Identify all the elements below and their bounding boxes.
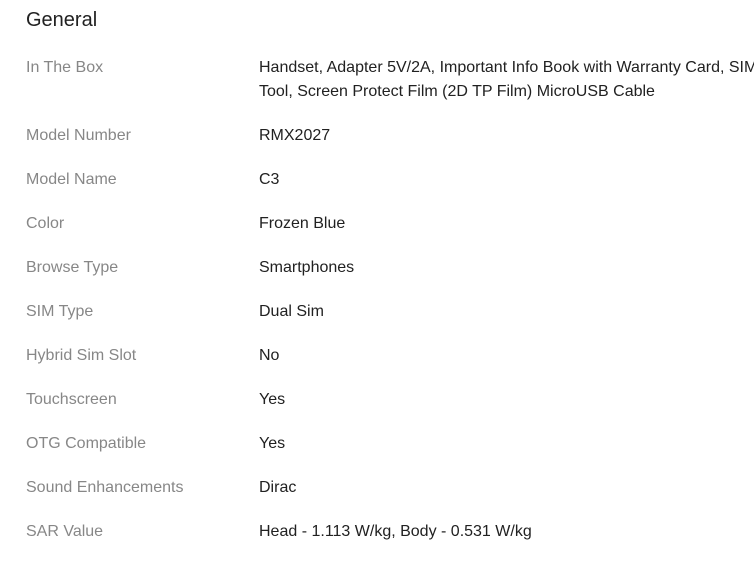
spec-value-line: Handset, Adapter 5V/2A, Important Info B… [259, 59, 754, 76]
spec-value: Smartphones [259, 259, 355, 276]
spec-label: SAR Value [26, 523, 104, 540]
spec-value: Handset, Adapter 5V/2A, Important Info B… [259, 56, 754, 104]
spec-value: Dual Sim [259, 303, 324, 320]
spec-value: Head - 1.113 W/kg, Body - 0.531 W/kg [259, 523, 532, 540]
spec-value-line: Tool, Screen Protect Film (2D TP Film) M… [259, 83, 655, 100]
spec-label: Color [26, 215, 65, 232]
spec-label: In The Box [26, 59, 104, 76]
spec-value: Frozen Blue [259, 215, 346, 232]
spec-value: Dirac [259, 479, 297, 496]
spec-label: Browse Type [26, 259, 119, 276]
spec-value: Yes [259, 435, 286, 452]
spec-value: No [259, 347, 280, 364]
spec-label: Hybrid Sim Slot [26, 347, 137, 364]
spec-label: Touchscreen [26, 391, 117, 408]
section-title: General [26, 9, 98, 31]
spec-value: Yes [259, 391, 286, 408]
spec-value: RMX2027 [259, 127, 331, 144]
spec-label: SIM Type [26, 303, 94, 320]
spec-value: C3 [259, 171, 280, 188]
specifications-section: General In The Box Handset, Adapter 5V/2… [0, 0, 754, 578]
spec-label: Model Name [26, 171, 117, 188]
spec-label: Model Number [26, 127, 131, 144]
spec-label: Sound Enhancements [26, 479, 184, 496]
spec-label: OTG Compatible [26, 435, 147, 452]
